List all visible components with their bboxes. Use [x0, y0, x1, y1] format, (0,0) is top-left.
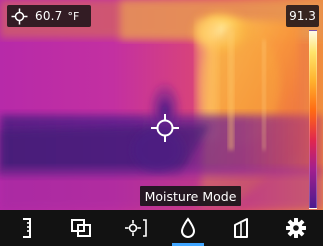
temperature-value: 60.7	[35, 9, 63, 23]
palette-icon	[234, 218, 249, 238]
spot-meter-button[interactable]	[113, 210, 157, 246]
center-crosshair-icon	[151, 114, 179, 142]
palette-button[interactable]	[220, 210, 264, 246]
gallery-icon	[70, 219, 91, 237]
emissivity-icon	[22, 218, 31, 238]
thermal-image	[0, 0, 323, 210]
emissivity-button[interactable]	[5, 210, 49, 246]
crosshair-icon	[11, 8, 28, 24]
temperature-scale-bar	[309, 30, 317, 209]
spot-meter-icon	[124, 219, 147, 237]
spot-temperature-readout: 60.7 °F	[7, 5, 91, 27]
temperature-unit: °F	[67, 9, 80, 23]
bottom-toolbar	[0, 210, 323, 246]
settings-button[interactable]	[274, 210, 318, 246]
settings-gear-icon	[286, 218, 307, 238]
moisture-mode-button[interactable]	[166, 210, 210, 246]
scale-max-value: 91.3	[286, 5, 319, 27]
gallery-button[interactable]	[59, 210, 103, 246]
mode-label: Moisture Mode	[140, 186, 241, 206]
moisture-drop-icon	[181, 217, 196, 238]
